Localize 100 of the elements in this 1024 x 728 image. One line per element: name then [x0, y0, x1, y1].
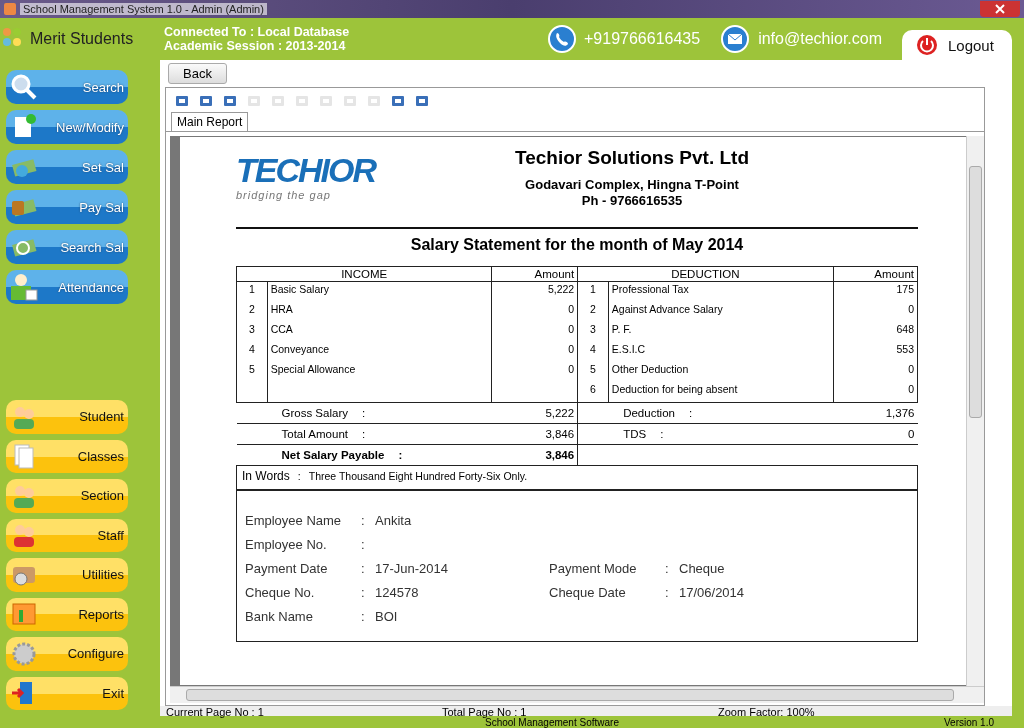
session-text: Academic Session : 2013-2014 [164, 39, 347, 53]
table-cell: E.S.I.C [611, 343, 646, 355]
company-name: Techior Solutions Pvt. Ltd [515, 147, 749, 169]
vertical-scrollbar[interactable] [966, 136, 984, 686]
separator: : [361, 561, 366, 577]
nav-button[interactable]: Search Sal [6, 230, 128, 264]
row-number: 4 [248, 343, 255, 355]
table-cell: P. F. [611, 323, 632, 335]
table-cell: Other Deduction [611, 363, 689, 375]
product-name: School Management Software [485, 716, 620, 728]
summary-value: 3,846 [545, 449, 575, 461]
table-cell: 648 [896, 323, 914, 335]
nav-button[interactable]: Pay Sal [6, 190, 128, 224]
back-button[interactable]: Back [168, 63, 227, 84]
row-number: 4 [590, 343, 596, 355]
separator: : [361, 585, 366, 601]
phone-icon [548, 25, 576, 53]
nav-button[interactable]: Student [6, 400, 128, 434]
table-cell: Against Advance Salary [611, 303, 723, 315]
summary-label: Gross Salary [281, 407, 348, 419]
mail-icon [720, 25, 751, 53]
close-button[interactable] [980, 1, 1020, 17]
nav-button[interactable]: New/Modify [6, 110, 128, 144]
report-title: Salary Statement for the month of May 2014 [409, 235, 745, 255]
horizontal-scrollbar[interactable] [170, 686, 984, 703]
column-header: INCOME [236, 266, 492, 282]
separator: : [361, 537, 366, 553]
table-cell: Basic Salary [270, 283, 329, 295]
amount-in-words: Three Thousand Eight Hundred Forty-Six Only. [308, 470, 528, 482]
table-cell: 0 [568, 303, 575, 315]
table-cell: 0 [568, 363, 575, 375]
nav-button[interactable]: Section [6, 479, 128, 513]
nav-button[interactable]: Set Sal [6, 150, 128, 184]
field-label: Bank Name [245, 609, 314, 625]
nav-button[interactable]: Classes [6, 439, 128, 473]
separator: : [665, 585, 670, 601]
table-cell: HRA [270, 303, 293, 315]
company-address: Godavari Complex, Hingna T-Point [525, 177, 739, 193]
field-value: Ankita [375, 513, 412, 528]
row-number: 5 [248, 363, 255, 375]
summary-label: Deduction [623, 407, 675, 419]
report-tab[interactable]: Main Report [171, 112, 249, 131]
separator: : [361, 513, 366, 529]
field-value: BOI [375, 609, 398, 624]
summary-value: 0 [908, 428, 915, 440]
row-number: 6 [590, 383, 596, 395]
field-value: 17/06/2014 [679, 585, 745, 600]
power-icon [916, 34, 938, 56]
nav-button[interactable]: Staff [6, 518, 128, 552]
field-value: 17-Jun-2014 [375, 561, 448, 576]
row-number: 1 [590, 283, 596, 295]
table-cell: 553 [896, 343, 914, 355]
separator: : [398, 449, 403, 461]
table-cell: Special Allowance [270, 363, 356, 375]
row-number: 1 [248, 283, 255, 295]
logo-tagline: bridging the gap [236, 189, 332, 201]
separator: : [362, 428, 366, 440]
separator: : [660, 428, 664, 440]
version-text: Version 1.0 [943, 716, 994, 728]
app-name: Merit Students [30, 30, 134, 48]
table-cell: Conveyance [270, 343, 329, 355]
row-number: 5 [590, 363, 596, 375]
separator: : [665, 561, 670, 577]
summary-value: 5,222 [545, 407, 575, 419]
separator: : [297, 470, 301, 482]
summary-label: Net Salary Payable [281, 449, 385, 461]
table-cell: 0 [908, 303, 914, 315]
row-number: 2 [248, 303, 255, 315]
row-number: 3 [590, 323, 596, 335]
field-label: Payment Date [245, 561, 329, 577]
field-label: Cheque Date [549, 585, 627, 601]
zoom-status: Zoom Factor: 100% [717, 706, 816, 716]
summary-value: 3,846 [545, 428, 575, 440]
table-cell: 0 [908, 383, 914, 395]
column-header: Amount [491, 266, 578, 282]
row-number: 3 [248, 323, 255, 335]
window-title: School Management System 1.0 - Admin (Admin) [20, 3, 267, 15]
nav-button[interactable]: Configure [6, 637, 128, 671]
company-phone: Ph - 9766616535 [581, 193, 683, 209]
field-value: Cheque [679, 561, 725, 576]
table-cell: Professional Tax [611, 283, 689, 295]
nav-button[interactable]: Attendance [6, 270, 128, 304]
nav-button[interactable]: Utilities [6, 558, 128, 592]
table-cell: Deduction for being absent [611, 383, 738, 395]
in-words-label: In Words [242, 469, 290, 483]
nav-button[interactable]: Reports [6, 597, 128, 631]
summary-value: 1,376 [885, 407, 915, 419]
close-icon [995, 4, 1005, 14]
table-cell: 175 [896, 283, 914, 295]
person-board-icon [10, 273, 38, 301]
separator: : [688, 407, 693, 419]
table-cell: CCA [270, 323, 293, 335]
nav-button[interactable]: Exit [6, 676, 128, 710]
field-label: Payment Mode [549, 561, 638, 577]
column-header: Amount [833, 266, 918, 282]
nav-button[interactable]: Search [6, 70, 128, 104]
phone-number: +919766616435 [584, 30, 701, 48]
logout-button[interactable]: Logout [902, 30, 1012, 60]
field-label: Employee Name [245, 513, 343, 529]
total-pages-status: Total Page No : 1 [441, 706, 528, 716]
